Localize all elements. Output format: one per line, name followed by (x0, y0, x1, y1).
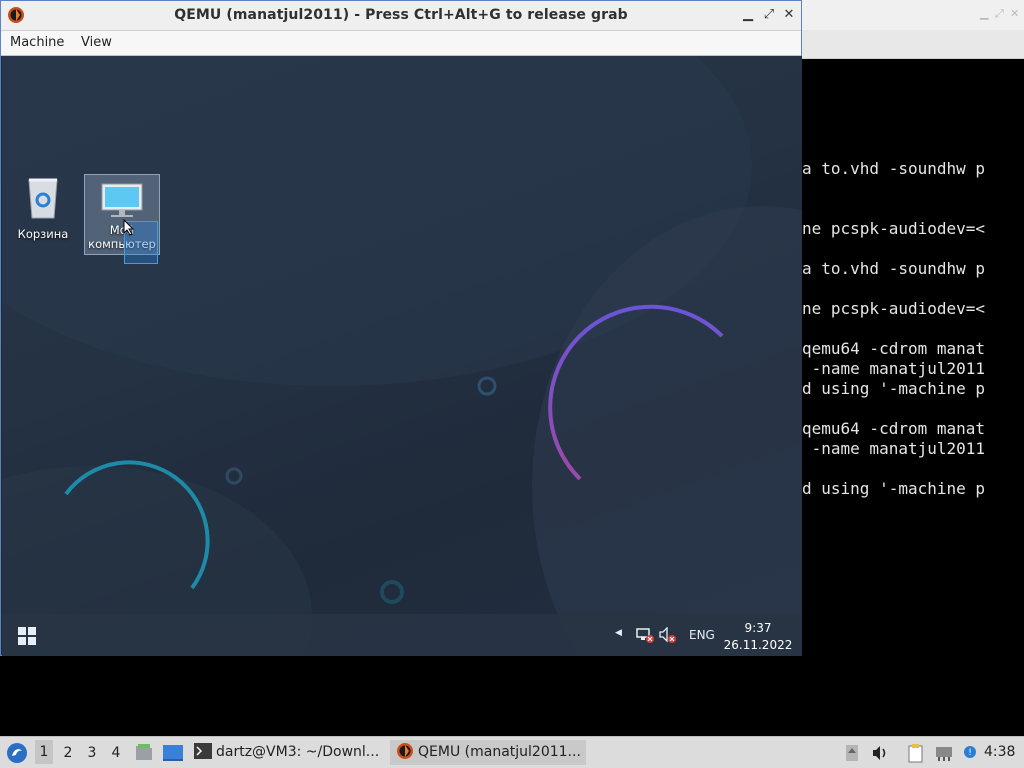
maximize-button[interactable]: ⤢ (760, 6, 778, 24)
menu-view[interactable]: View (81, 35, 112, 50)
workspace-1[interactable]: 1 (35, 740, 53, 764)
terminal-line: qemu64 -cdrom manat (802, 339, 986, 358)
svg-text:!: ! (968, 748, 972, 758)
close-button[interactable]: ✕ (780, 6, 798, 24)
terminal-line: a to.vhd -soundhw p (802, 259, 986, 278)
terminal-line: d using '-machine p (802, 479, 986, 498)
terminal-line: a to.vhd -soundhw p (802, 159, 986, 178)
host-taskbar: 1 2 3 4 dartz@VM3: ~/Downl... QEMU (mana… (0, 736, 1024, 768)
volume-muted-icon[interactable] (659, 627, 677, 643)
workspace-4[interactable]: 4 (107, 745, 125, 761)
maximize-icon[interactable]: ⤢ (995, 7, 1004, 21)
chevron-left-icon[interactable]: ◀ (615, 628, 622, 638)
terminal-line: ne pcspk-audiodev=< (802, 219, 986, 238)
computer-icon (101, 183, 143, 217)
menu-machine[interactable]: Machine (10, 35, 64, 50)
terminal-line: qemu64 -cdrom manat (802, 419, 986, 438)
notification-icon[interactable]: ! (960, 743, 980, 763)
terminal-output[interactable]: a to.vhd -soundhw p ne pcspk-audiodev=< … (802, 59, 1024, 736)
qemu-titlebar[interactable]: QEMU (manatjul2011) - Press Ctrl+Alt+G t… (1, 1, 801, 31)
terminal-line: ne pcspk-audiodev=< (802, 299, 986, 318)
guest-clock-date[interactable]: 26.11.2022 (720, 638, 796, 652)
clipboard-icon[interactable] (906, 743, 926, 763)
qemu-window: QEMU (manatjul2011) - Press Ctrl+Alt+G t… (0, 0, 802, 656)
desktop-show-icon[interactable] (162, 743, 184, 763)
terminal-menubar (802, 30, 1024, 59)
host-clock[interactable]: 4:38 (984, 744, 1015, 760)
terminal-line: -name manatjul2011 (802, 439, 986, 458)
terminal-line: d using '-machine p (802, 379, 986, 398)
terminal-line: -name manatjul2011 (802, 359, 986, 378)
guest-clock-time[interactable]: 9:37 (728, 621, 788, 635)
task-terminal[interactable]: dartz@VM3: ~/Downl... (192, 740, 384, 765)
upload-icon[interactable] (842, 743, 862, 763)
qemu-menubar: Machine View (1, 31, 801, 56)
network-disconnected-icon[interactable] (636, 627, 654, 643)
mouse-cursor-icon (123, 219, 135, 236)
network-icon[interactable] (934, 743, 954, 763)
terminal-lower-area (0, 657, 802, 736)
desktop-icon-label: Корзина (17, 227, 69, 241)
workspace-2[interactable]: 2 (59, 745, 77, 761)
guest-taskbar: ◀ ENG 9:37 26.11.2022 (2, 614, 802, 656)
window-title: QEMU (manatjul2011) - Press Ctrl+Alt+G t… (174, 7, 628, 23)
volume-icon[interactable] (870, 743, 890, 763)
desktop-wallpaper (2, 56, 802, 656)
language-indicator[interactable]: ENG (689, 628, 715, 642)
recycle-bin-icon (28, 178, 58, 219)
start-button[interactable] (18, 627, 36, 645)
close-icon[interactable]: ✕ (1010, 7, 1019, 20)
task-label: QEMU (manatjul2011... (418, 744, 581, 760)
minimize-button[interactable]: ▁ (739, 6, 757, 24)
workspace-3[interactable]: 3 (83, 745, 101, 761)
task-label: dartz@VM3: ~/Downl... (216, 744, 380, 760)
terminal-icon (194, 743, 212, 759)
task-qemu[interactable]: QEMU (manatjul2011... (390, 740, 586, 765)
desktop-icon-recycle-bin[interactable]: Корзина (4, 176, 82, 241)
terminal-titlebar[interactable]: ▁ ⤢ ✕ (802, 0, 1024, 30)
guest-desktop[interactable]: Корзина Мой компьютер ◀ ENG 9:37 26.11.2… (2, 56, 802, 656)
minimize-icon[interactable]: ▁ (980, 7, 988, 20)
file-manager-icon[interactable] (134, 743, 154, 763)
qemu-icon (397, 743, 413, 759)
app-menu-icon[interactable] (6, 742, 28, 764)
